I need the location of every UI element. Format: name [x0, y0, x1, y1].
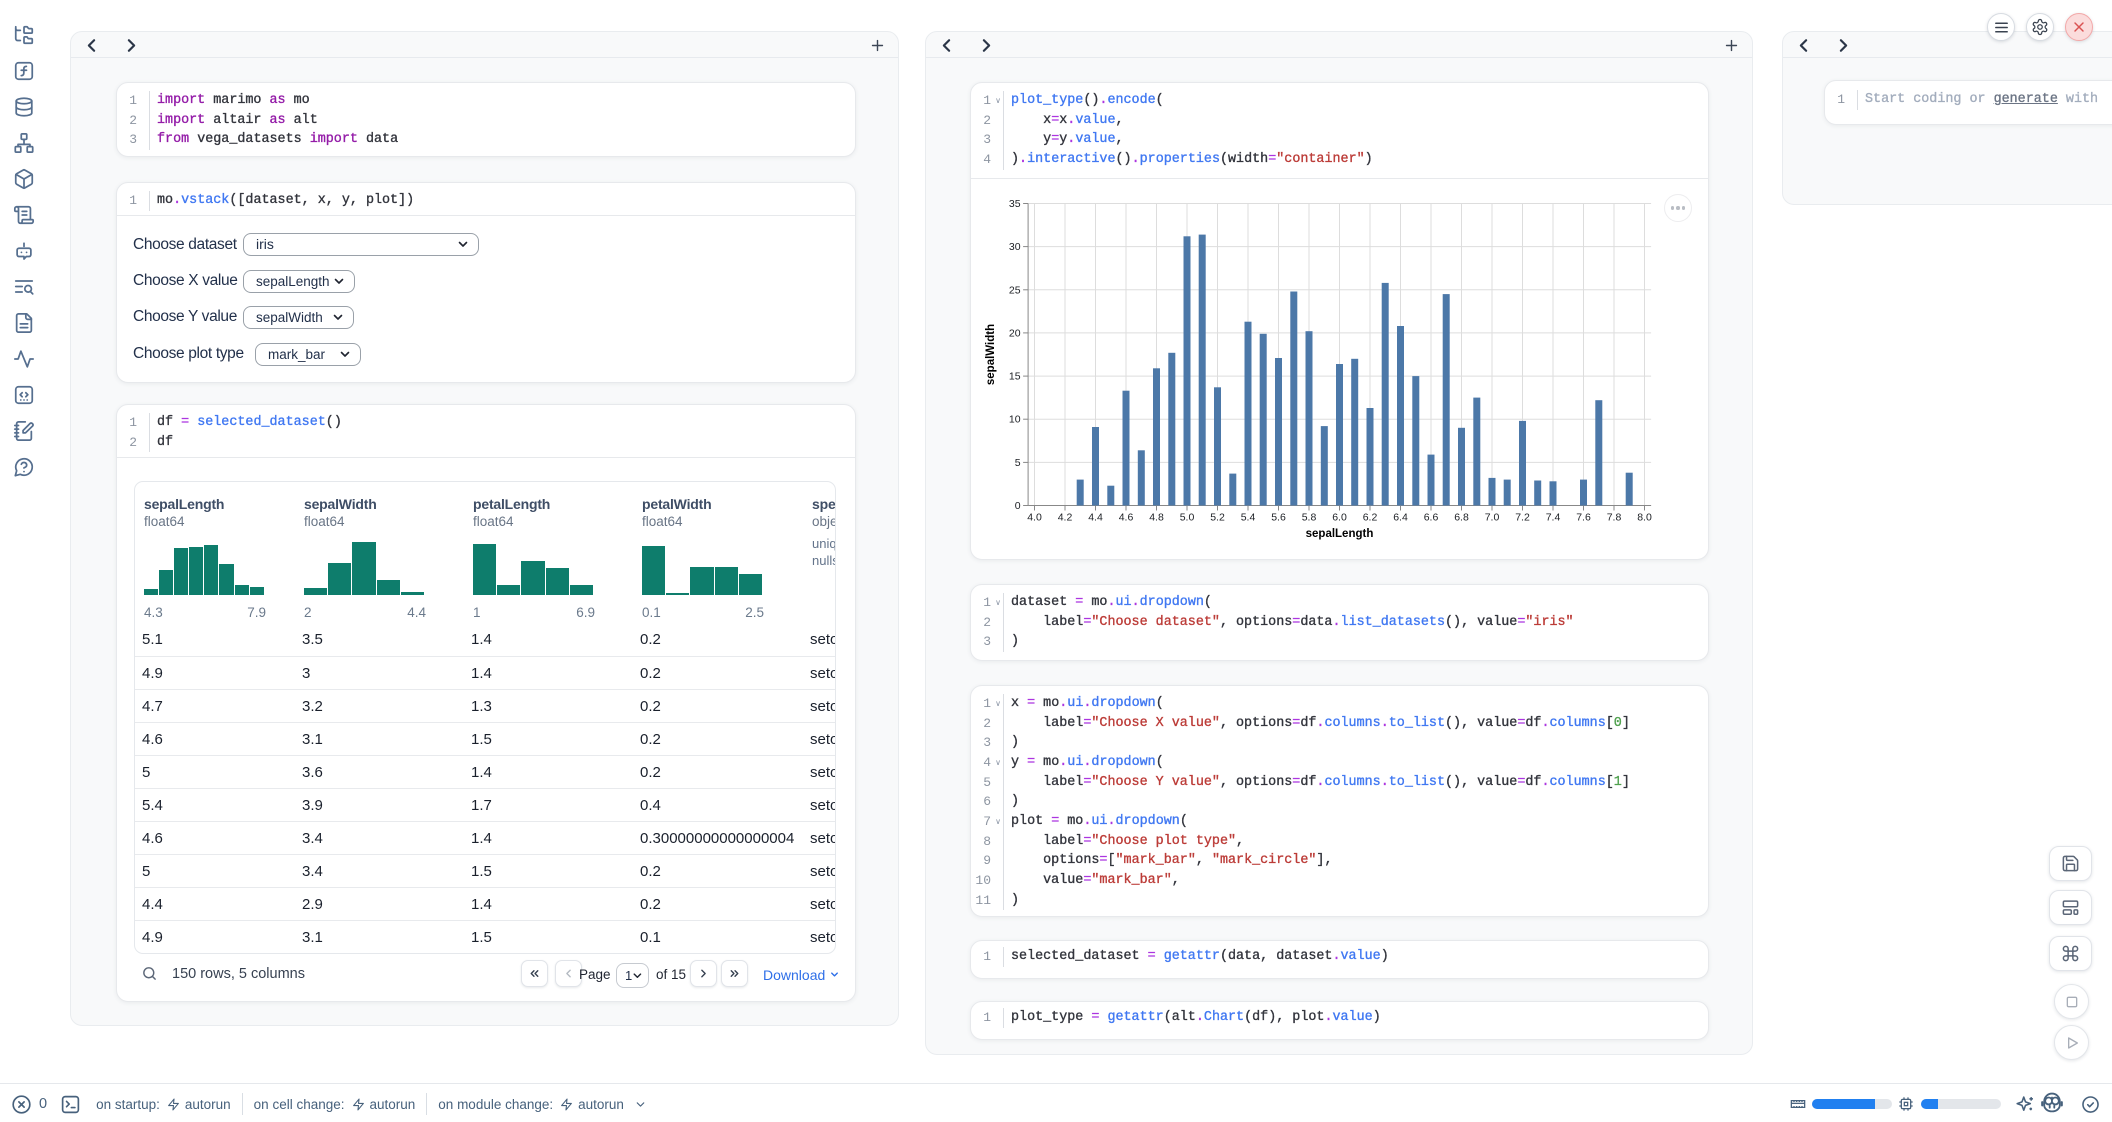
- svg-text:sepalWidth: sepalWidth: [985, 324, 997, 385]
- svg-text:5.8: 5.8: [1302, 512, 1317, 524]
- svg-text:7.0: 7.0: [1485, 512, 1500, 524]
- svg-text:7.2: 7.2: [1515, 512, 1530, 524]
- svg-text:8.0: 8.0: [1637, 512, 1652, 524]
- svg-text:4.6: 4.6: [1119, 512, 1134, 524]
- svg-text:4.2: 4.2: [1058, 512, 1073, 524]
- svg-text:5: 5: [1015, 457, 1021, 469]
- svg-text:35: 35: [1009, 198, 1021, 210]
- svg-text:4.0: 4.0: [1027, 512, 1042, 524]
- svg-text:10: 10: [1009, 414, 1021, 426]
- svg-text:6.8: 6.8: [1454, 512, 1469, 524]
- svg-text:7.8: 7.8: [1607, 512, 1622, 524]
- svg-text:6.0: 6.0: [1332, 512, 1347, 524]
- svg-text:0: 0: [1015, 500, 1021, 512]
- svg-text:5.2: 5.2: [1210, 512, 1225, 524]
- svg-text:15: 15: [1009, 371, 1021, 383]
- svg-text:4.8: 4.8: [1149, 512, 1164, 524]
- svg-text:6.6: 6.6: [1424, 512, 1439, 524]
- svg-text:7.6: 7.6: [1576, 512, 1591, 524]
- svg-text:4.4: 4.4: [1088, 512, 1103, 524]
- svg-text:6.2: 6.2: [1363, 512, 1378, 524]
- svg-text:5.4: 5.4: [1241, 512, 1256, 524]
- svg-text:sepalLength: sepalLength: [1306, 528, 1374, 540]
- svg-text:30: 30: [1009, 241, 1021, 253]
- svg-text:7.4: 7.4: [1546, 512, 1561, 524]
- svg-text:25: 25: [1009, 284, 1021, 296]
- svg-text:20: 20: [1009, 327, 1021, 339]
- svg-text:5.0: 5.0: [1180, 512, 1195, 524]
- svg-text:5.6: 5.6: [1271, 512, 1286, 524]
- svg-text:6.4: 6.4: [1393, 512, 1408, 524]
